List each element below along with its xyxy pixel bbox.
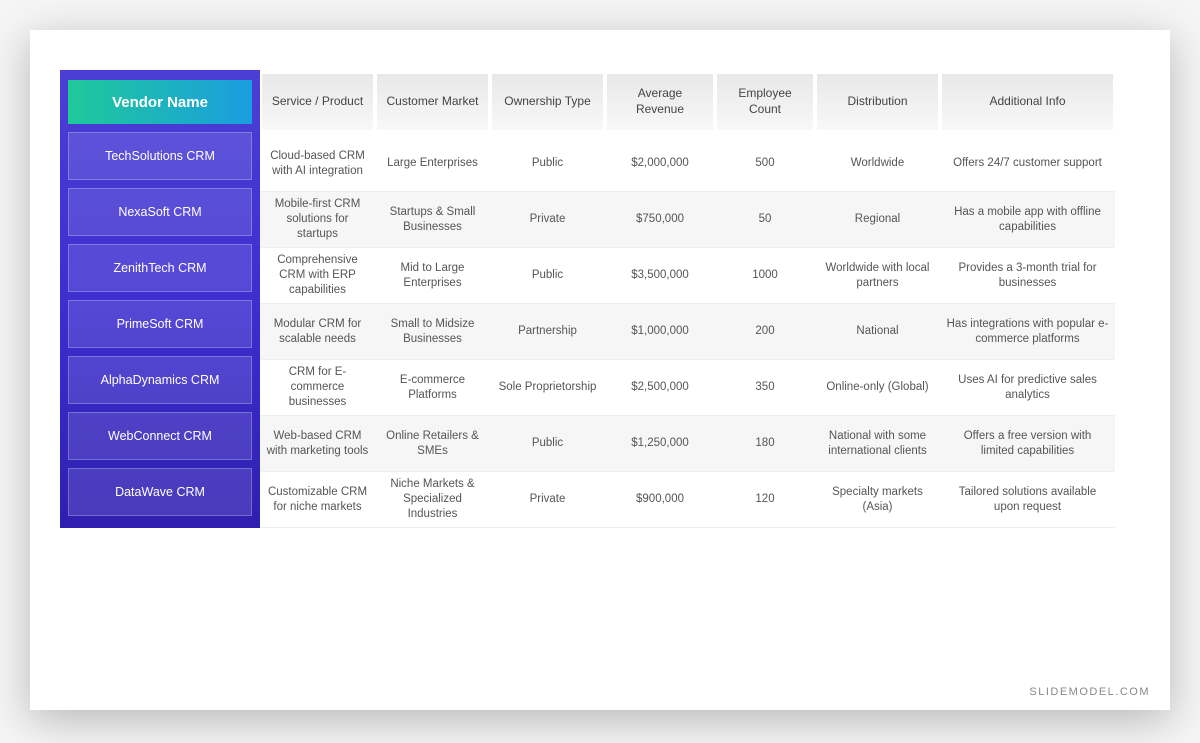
cell-employees: 500 [715, 136, 815, 192]
watermark: SLIDEMODEL.COM [1029, 686, 1150, 698]
cell-revenue: $900,000 [605, 472, 715, 528]
cell-distribution: National [815, 304, 940, 360]
cell-employees: 50 [715, 192, 815, 248]
col-employees: Employee Count 500 50 1000 200 350 180 1… [715, 70, 815, 528]
cell-employees: 200 [715, 304, 815, 360]
cell-info: Offers a free version with limited capab… [940, 416, 1115, 472]
col-market: Customer Market Large Enterprises Startu… [375, 70, 490, 528]
vendor-cell: DataWave CRM [68, 468, 252, 516]
cell-info: Uses AI for predictive sales analytics [940, 360, 1115, 416]
cell-service: CRM for E-commerce businesses [260, 360, 375, 416]
vendor-cell: AlphaDynamics CRM [68, 356, 252, 404]
col-ownership: Ownership Type Public Private Public Par… [490, 70, 605, 528]
cell-market: Large Enterprises [375, 136, 490, 192]
cell-revenue: $2,500,000 [605, 360, 715, 416]
header-market: Customer Market [377, 74, 488, 130]
cell-employees: 180 [715, 416, 815, 472]
cell-revenue: $3,500,000 [605, 248, 715, 304]
cell-distribution: Regional [815, 192, 940, 248]
col-revenue: Average Revenue $2,000,000 $750,000 $3,5… [605, 70, 715, 528]
vendor-cell: ZenithTech CRM [68, 244, 252, 292]
cell-revenue: $750,000 [605, 192, 715, 248]
cell-ownership: Public [490, 416, 605, 472]
cell-revenue: $1,250,000 [605, 416, 715, 472]
cell-info: Offers 24/7 customer support [940, 136, 1115, 192]
comparison-table: Vendor Name TechSolutions CRM NexaSoft C… [60, 70, 1140, 528]
cell-service: Web-based CRM with marketing tools [260, 416, 375, 472]
cell-service: Mobile-first CRM solutions for startups [260, 192, 375, 248]
cell-market: Startups & Small Businesses [375, 192, 490, 248]
col-service: Service / Product Cloud-based CRM with A… [260, 70, 375, 528]
cell-market: Niche Markets & Specialized Industries [375, 472, 490, 528]
cell-distribution: National with some international clients [815, 416, 940, 472]
cell-market: Online Retailers & SMEs [375, 416, 490, 472]
cell-info: Has a mobile app with offline capabiliti… [940, 192, 1115, 248]
cell-info: Has integrations with popular e-commerce… [940, 304, 1115, 360]
col-info: Additional Info Offers 24/7 customer sup… [940, 70, 1115, 528]
cell-info: Tailored solutions available upon reques… [940, 472, 1115, 528]
cell-distribution: Specialty markets (Asia) [815, 472, 940, 528]
cell-ownership: Public [490, 248, 605, 304]
cell-service: Comprehensive CRM with ERP capabilities [260, 248, 375, 304]
data-columns: Service / Product Cloud-based CRM with A… [260, 70, 1140, 528]
col-distribution: Distribution Worldwide Regional Worldwid… [815, 70, 940, 528]
slide: Vendor Name TechSolutions CRM NexaSoft C… [30, 30, 1170, 710]
vendor-column: Vendor Name TechSolutions CRM NexaSoft C… [60, 70, 260, 528]
cell-service: Cloud-based CRM with AI integration [260, 136, 375, 192]
header-ownership: Ownership Type [492, 74, 603, 130]
cell-market: E-commerce Platforms [375, 360, 490, 416]
cell-service: Customizable CRM for niche markets [260, 472, 375, 528]
cell-revenue: $1,000,000 [605, 304, 715, 360]
header-info: Additional Info [942, 74, 1113, 130]
header-distribution: Distribution [817, 74, 938, 130]
vendor-cell: WebConnect CRM [68, 412, 252, 460]
cell-distribution: Online-only (Global) [815, 360, 940, 416]
cell-ownership: Partnership [490, 304, 605, 360]
header-revenue: Average Revenue [607, 74, 713, 130]
cell-info: Provides a 3-month trial for businesses [940, 248, 1115, 304]
cell-service: Modular CRM for scalable needs [260, 304, 375, 360]
cell-ownership: Sole Proprietorship [490, 360, 605, 416]
cell-revenue: $2,000,000 [605, 136, 715, 192]
cell-ownership: Private [490, 192, 605, 248]
cell-employees: 350 [715, 360, 815, 416]
vendor-header: Vendor Name [68, 80, 252, 124]
cell-employees: 120 [715, 472, 815, 528]
vendor-cell: NexaSoft CRM [68, 188, 252, 236]
cell-ownership: Public [490, 136, 605, 192]
header-employees: Employee Count [717, 74, 813, 130]
vendor-cell: TechSolutions CRM [68, 132, 252, 180]
vendor-cell: PrimeSoft CRM [68, 300, 252, 348]
cell-employees: 1000 [715, 248, 815, 304]
cell-market: Small to Midsize Businesses [375, 304, 490, 360]
cell-market: Mid to Large Enterprises [375, 248, 490, 304]
cell-ownership: Private [490, 472, 605, 528]
cell-distribution: Worldwide [815, 136, 940, 192]
header-service: Service / Product [262, 74, 373, 130]
cell-distribution: Worldwide with local partners [815, 248, 940, 304]
